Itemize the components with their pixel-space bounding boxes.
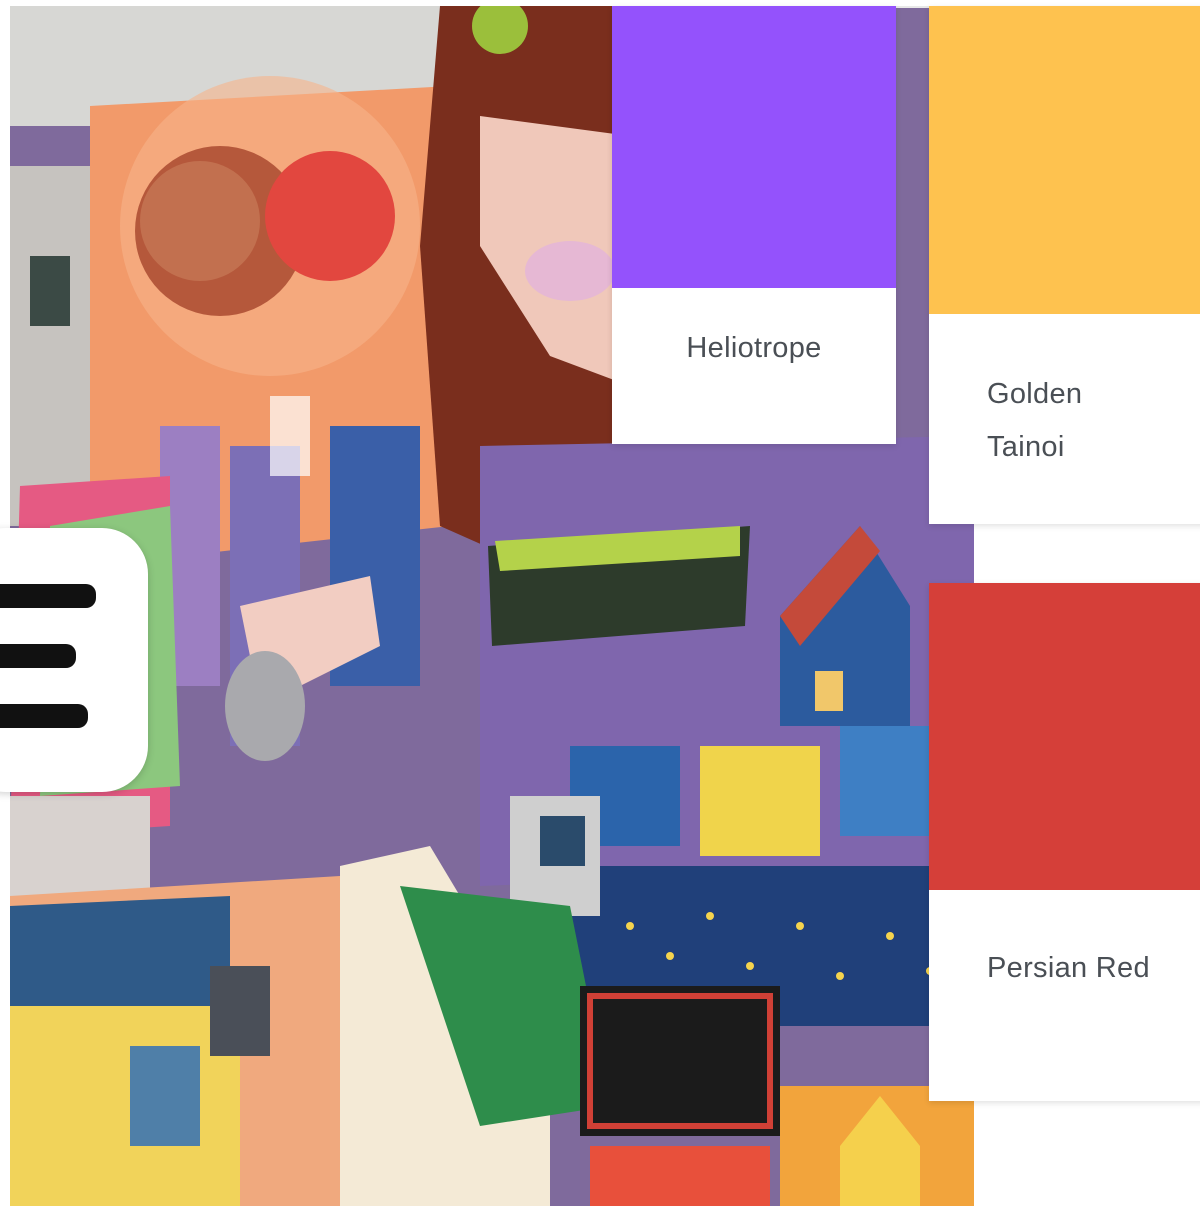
- swatch-label-persian-red: Persian Red: [987, 952, 1150, 984]
- palette-page: Heliotrope Golden Tainoi Persian Red: [0, 0, 1200, 1211]
- swatch-label-heliotrope: Heliotrope: [686, 332, 822, 364]
- swatch-card-heliotrope[interactable]: Heliotrope: [612, 6, 896, 444]
- swatch-color-golden-tainoi: [929, 6, 1200, 314]
- menu-button[interactable]: [0, 528, 148, 792]
- swatch-color-heliotrope: [612, 6, 896, 288]
- swatch-card-persian-red[interactable]: Persian Red: [929, 583, 1200, 1101]
- swatch-label-golden-tainoi: Golden Tainoi: [987, 378, 1083, 463]
- swatch-card-golden-tainoi[interactable]: Golden Tainoi: [929, 6, 1200, 524]
- swatch-color-persian-red: [929, 583, 1200, 890]
- divider-line: [896, 6, 929, 8]
- card-gap: [974, 524, 1200, 582]
